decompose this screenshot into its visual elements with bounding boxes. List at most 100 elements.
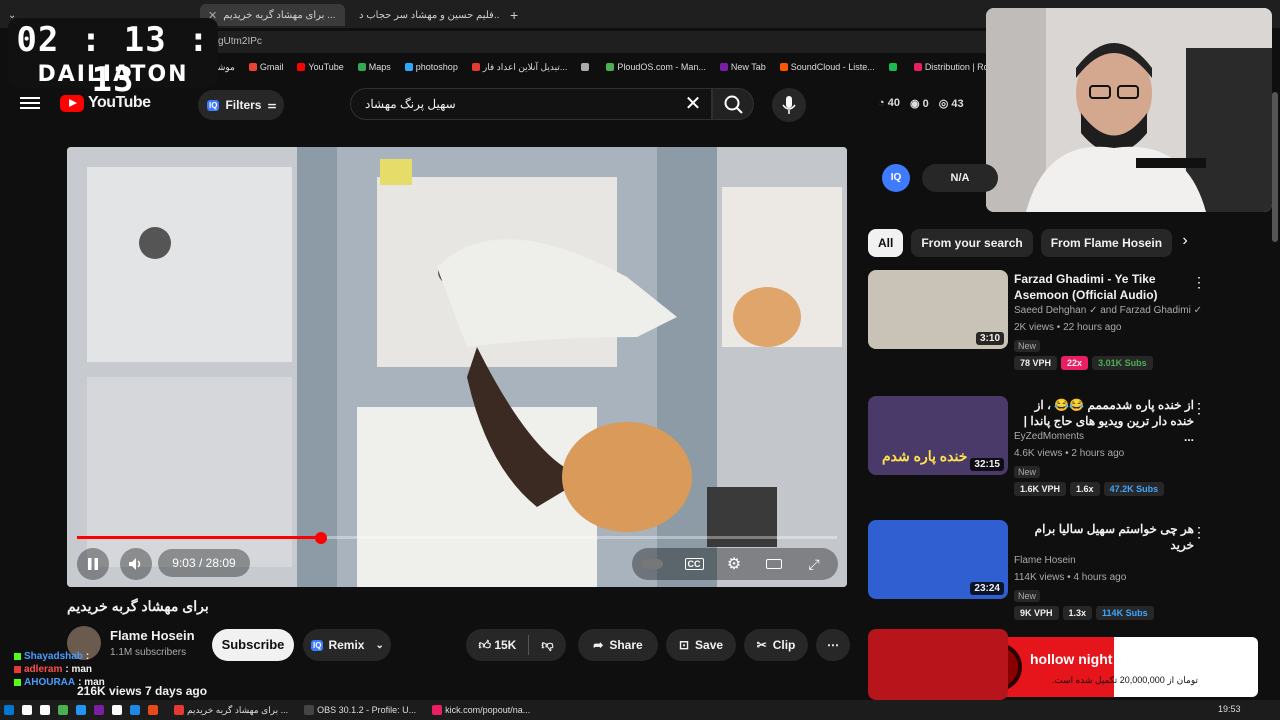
vph-value: 78 VPH [1014,356,1058,370]
taskbar-window[interactable]: kick.com/popout/na... [428,701,534,719]
settings-gear-icon[interactable]: ⚙ [718,548,750,580]
recommendation-meta: 2K views • 22 hours ago [1014,322,1122,333]
taskbar-pinned-icon[interactable] [90,701,108,719]
volume-icon [129,558,141,570]
search-input[interactable]: سهیل پرنگ مهشاد [350,88,712,120]
voice-search-button[interactable] [772,88,806,122]
video-thumbnail[interactable]: 23:24 [868,520,1008,599]
fullscreen-icon[interactable]: ⤢ [798,548,830,580]
duration-badge: 23:24 [970,582,1004,595]
more-vert-icon[interactable]: ⋮ [1192,400,1206,417]
pause-button[interactable] [77,548,109,580]
bookmark-item[interactable]: New Tab [719,62,766,72]
menu-icon[interactable] [20,94,40,114]
bookmark-label: Gmail [259,62,284,72]
recommendation-title[interactable]: Farzad Ghadimi - Ye Tike Asemoon (Offici… [1014,271,1194,303]
bookmark-item[interactable]: Gmail [248,62,284,72]
more-vert-icon[interactable]: ⋮ [1192,274,1206,291]
dislike-icon[interactable]: 👎︎ [541,638,553,653]
bookmark-favicon-icon [581,63,590,71]
taskbar-window-label: kick.com/popout/na... [445,705,531,715]
bookmark-item[interactable]: تبدیل آنلاین اعداد فار... [471,62,567,73]
stat-comments: ◎ 43 [938,98,964,110]
volume-button[interactable] [120,548,152,580]
bookmark-item[interactable] [888,63,900,71]
bookmark-item[interactable]: YouTube [297,62,344,72]
filters-button[interactable]: IQ Filters ⚌ [198,90,284,120]
donation-title: hollow night ( in one stream ) :هدف [1030,651,1258,667]
new-tab-button[interactable]: + [502,4,524,26]
taskbar-pinned-icon[interactable] [18,701,36,719]
video-thumbnail[interactable]: 3:10 [868,270,1008,349]
taskbar-pinned-icon[interactable] [0,701,18,719]
app-icon [94,705,104,715]
share-label: Share [609,638,643,652]
chevron-right-icon[interactable]: › [1174,232,1196,254]
bookmark-item[interactable] [581,63,592,71]
captions-icon[interactable]: CC [678,548,710,580]
recommendation-channel[interactable]: Saeed Dehghan ✓ and Farzad Ghadimi ✓ [1014,305,1202,316]
bookmark-label: PloudOS.com - Man... [617,62,706,72]
iq-button[interactable]: IQ [882,164,910,192]
taskbar-pinned-icon[interactable] [36,701,54,719]
like-button[interactable]: 👍︎ 15K [478,638,516,653]
scrollbar[interactable] [1272,92,1278,242]
chip-from-search[interactable]: From your search [911,229,1033,257]
chip-from-channel[interactable]: From Flame Hosein [1040,229,1173,257]
subscribe-button[interactable]: Subscribe [212,629,294,661]
streamer-webcam-image [986,8,1272,212]
chat-badge-icon [14,679,21,686]
bookmark-item[interactable]: Maps [357,62,391,72]
youtube-logo[interactable]: YouTube [60,94,151,112]
taskbar-pinned-icon[interactable] [144,701,162,719]
bookmark-item[interactable]: photoshop [404,62,458,72]
autoplay-toggle[interactable] [636,548,668,580]
more-actions-button[interactable]: ⋯ [816,629,850,661]
timer-label: DAILIATON [37,62,189,87]
save-button[interactable]: ⊡ Save [666,629,736,661]
browser-tab-active[interactable]: ✕ برای مهشاد گربه خریدیم ... [200,4,345,26]
share-button[interactable]: ➦ Share [578,629,658,661]
bookmark-item[interactable]: PloudOS.com - Man... [606,62,706,72]
vph-stats: 78 VPH 22x 3.01K Subs [1014,356,1153,370]
clip-button[interactable]: ✂ Clip [744,629,808,661]
progress-scrubber[interactable] [314,532,327,544]
taskbar-pinned-icon[interactable] [54,701,72,719]
bookmark-item[interactable]: SoundCloud - Liste... [779,62,875,72]
recommendation-item[interactable]: 3:10 Farzad Ghadimi - Ye Tike Asemoon (Of… [868,270,1268,385]
stat-likes: ◔ 40 [878,97,900,109]
taskbar: برای مهشاد گربه خریدیم ... OBS 30.1.2 - P… [0,700,1280,720]
taskbar-window[interactable]: برای مهشاد گربه خریدیم ... [170,701,292,719]
channel-name[interactable]: Flame Hosein [110,628,195,643]
chat-user: adleram [24,664,63,675]
browser-tab[interactable]: فلیم حسین و مهشاد سر حجاب د... ✕ [345,4,500,26]
theater-mode-icon[interactable] [758,548,790,580]
more-vert-icon[interactable]: ⋮ [1192,524,1206,541]
chip-all[interactable]: All [868,229,904,257]
video-player[interactable] [67,147,847,587]
app-icon [4,705,14,715]
recommendation-title[interactable]: هر چی خواستم سهیل سالیا برام خرید [1014,521,1194,553]
recommendation-item[interactable]: 23:24 هر چی خواستم سهیل سالیا برام خرید Fl… [868,520,1268,635]
bookmark-favicon-icon [297,63,306,71]
sliders-icon: ⚌ [267,99,277,111]
recommendation-channel[interactable]: Flame Hosein [1014,555,1076,566]
address-bar[interactable]: gUtm2IPc [210,31,990,53]
app-icon [432,705,443,715]
taskbar-pinned-icon[interactable] [126,701,144,719]
taskbar-pinned-icon[interactable] [72,701,90,719]
video-thumbnail[interactable]: 32:15 خنده پاره شدم [868,396,1008,475]
remix-button[interactable]: IQ Remix ⌄ [303,629,391,661]
duration-badge: 32:15 [970,458,1004,471]
chat-line: adleram: man [14,663,214,676]
search-button[interactable] [712,88,754,120]
na-button[interactable]: N/A [922,164,998,192]
clear-search-icon[interactable]: ✕ [682,93,704,115]
taskbar-window[interactable]: OBS 30.1.2 - Profile: U... [300,701,420,719]
video-thumbnail[interactable] [868,629,1008,700]
recommendation-item[interactable]: 32:15 خنده پاره شدم از خنده پاره شدمممم 😂😂… [868,396,1268,511]
recommendation-channel[interactable]: EyZedMoments [1014,431,1084,442]
bookmark-item[interactable]: Distribution | Route... [913,62,990,72]
vph-value: 1.6K VPH [1014,482,1067,496]
taskbar-pinned-icon[interactable] [108,701,126,719]
